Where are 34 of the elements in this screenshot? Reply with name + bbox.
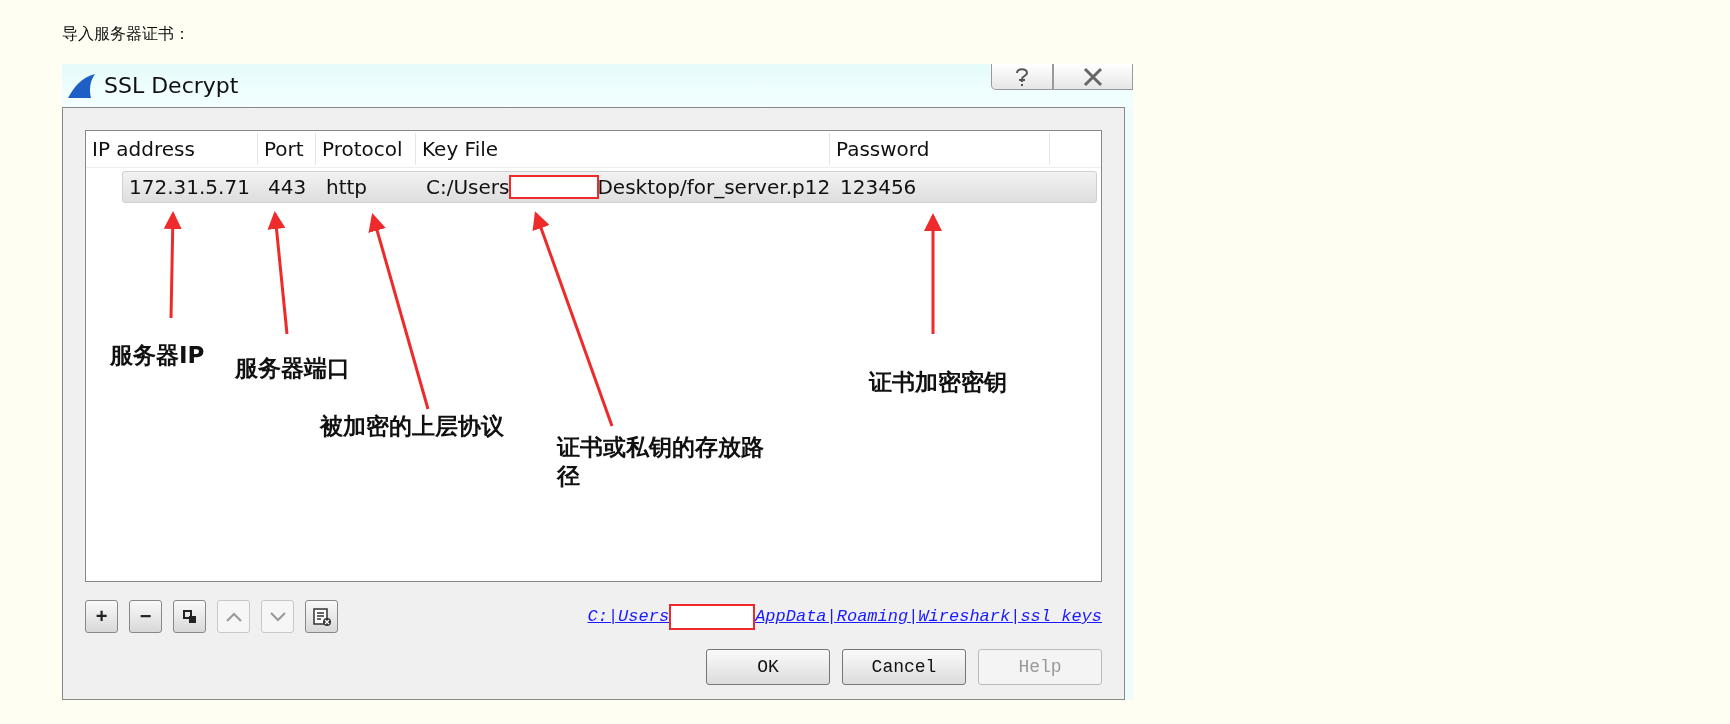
help-icon[interactable]	[991, 64, 1053, 90]
column-header[interactable]: Key File	[416, 133, 830, 165]
table-row[interactable]: 172.31.5.71 443 http C:/Users Desktop/for_server.p12 123456	[122, 171, 1097, 203]
dialog-button[interactable]: Cancel	[842, 649, 966, 685]
column-header[interactable]: Password	[830, 133, 1050, 165]
dialog-button[interactable]: OK	[706, 649, 830, 685]
file-path-link[interactable]: C:|Users	[587, 607, 670, 626]
annotation-label: 服务器端口	[235, 354, 350, 383]
copy-icon	[182, 609, 197, 624]
column-header[interactable]: Port	[258, 133, 316, 165]
shark-fin-icon	[66, 72, 96, 99]
copy-button[interactable]	[173, 600, 206, 633]
annotation-label: 证书或私钥的存放路径	[557, 433, 765, 491]
table-cell: Desktop/for_server.p12	[597, 175, 831, 199]
table-cell-text: 172.31.5.71	[128, 175, 251, 199]
column-header[interactable]: IP address	[86, 133, 258, 165]
window-title: SSL Decrypt	[104, 73, 239, 98]
table-cell-text: 443	[267, 175, 308, 199]
annotation-label: 被加密的上层协议	[320, 412, 504, 441]
chevron-down-icon	[268, 610, 287, 623]
annotation-label: 证书加密密钥	[869, 368, 1007, 397]
table-cell-text: http	[325, 175, 369, 199]
file-path-link[interactable]: AppData|Roaming|Wireshark|ssl_keys	[755, 607, 1102, 626]
table-cell-text: 123456	[839, 175, 917, 199]
table-cell: C:/Users	[426, 175, 510, 199]
remove-button[interactable]: −	[129, 600, 162, 633]
column-header[interactable]: Protocol	[316, 133, 416, 165]
add-button[interactable]: +	[85, 600, 118, 633]
annotation-label: 服务器IP	[110, 341, 205, 370]
close-icon[interactable]	[1053, 64, 1133, 90]
clear-list-icon	[311, 606, 332, 627]
heading: 导入服务器证书：	[62, 24, 191, 45]
clear-button[interactable]	[305, 600, 338, 633]
chevron-up-icon	[224, 610, 243, 623]
